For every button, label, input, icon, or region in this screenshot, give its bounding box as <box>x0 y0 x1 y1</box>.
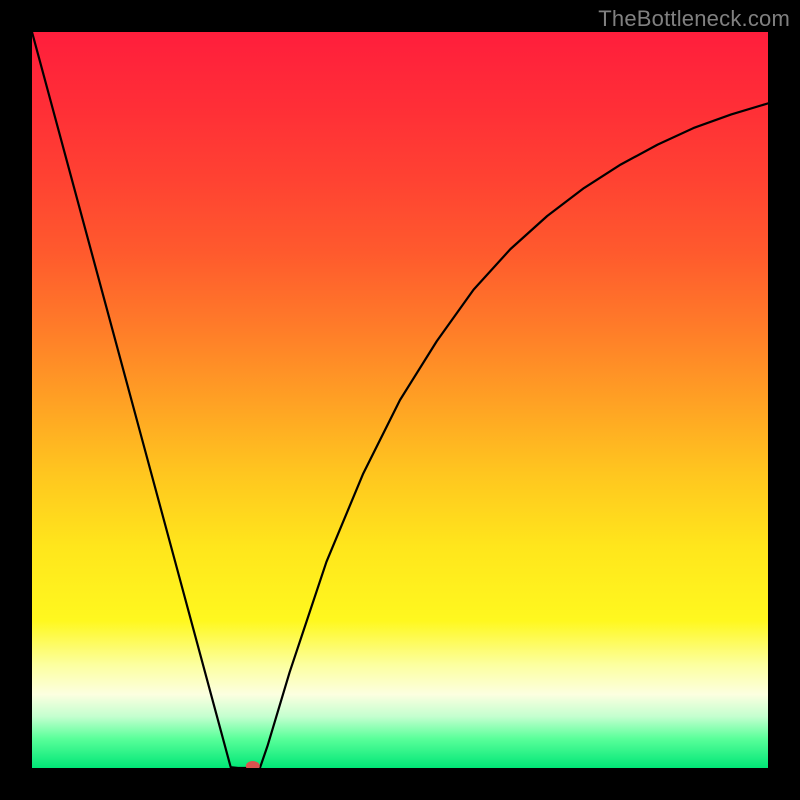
chart-svg <box>32 32 768 768</box>
chart-frame <box>32 32 768 768</box>
watermark-text: TheBottleneck.com <box>598 6 790 32</box>
